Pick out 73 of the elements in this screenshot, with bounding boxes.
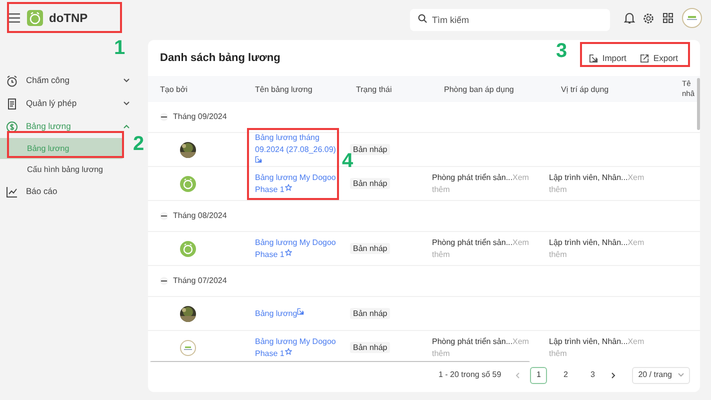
department-text: Phòng phát triển sản...Xem thêm [432, 336, 529, 358]
group-label: Tháng 08/2024 [173, 210, 227, 222]
minus-icon [161, 215, 167, 217]
next-icon[interactable] [611, 372, 616, 378]
search-field[interactable]: Tìm kiếm [410, 9, 610, 31]
position-text: Lập trình viên, Nhân...Xem thêm [549, 336, 644, 358]
submenu-item[interactable]: Cấu hình bảng lương [0, 159, 140, 180]
import-button[interactable]: Import [589, 52, 626, 64]
sidebar-item[interactable]: Quản lý phép [0, 92, 140, 115]
step-number: 3 [556, 40, 568, 62]
panel-title: Danh sách bảng lương [160, 50, 280, 66]
menu-icon[interactable] [8, 13, 20, 23]
chevron-icon [123, 124, 130, 129]
minus-icon [161, 116, 167, 118]
document-icon [6, 98, 18, 110]
payroll-link[interactable]: Bảng lương tháng 09.2024 (27.08_26.09) [255, 132, 338, 168]
status-tag: Bản nháp [350, 242, 390, 254]
app-name: doTNP [49, 10, 88, 27]
chevron-icon [123, 78, 130, 83]
page-button[interactable]: 3 [584, 366, 602, 384]
chart-icon [6, 186, 18, 198]
payroll-link[interactable]: Bảng lương My Dogoo Phase 1 [255, 172, 338, 196]
import-icon [589, 54, 598, 62]
export-icon [640, 54, 650, 62]
sidebar-item[interactable]: Chấm công [0, 69, 140, 92]
column-header: Tên bảng lương [255, 84, 312, 94]
bell-icon[interactable] [624, 12, 635, 24]
step-number: 2 [133, 133, 144, 155]
status-tag: Bản nháp [350, 342, 390, 352]
status-tag: Bản nháp [350, 178, 390, 188]
clock-logo-icon [27, 10, 43, 26]
settings-icon[interactable] [643, 12, 654, 24]
dollar-icon [6, 120, 18, 132]
star-icon [285, 248, 292, 256]
edit-icon[interactable] [297, 308, 304, 314]
collapse-toggle[interactable] [160, 277, 168, 285]
payroll-link[interactable]: Bảng lương My Dogoo Phase 1 [255, 336, 338, 360]
payroll-link[interactable]: Bảng lương [255, 308, 338, 320]
collapse-toggle[interactable] [160, 212, 168, 220]
edit-icon[interactable] [255, 156, 262, 162]
position-text: Lập trình viên, Nhân...Xem thêm [549, 238, 644, 258]
status-tag: Bản nháp [350, 308, 390, 318]
page-button[interactable]: 1 [530, 366, 548, 384]
grid-icon[interactable] [663, 13, 673, 23]
sidebar-item[interactable]: Báo cáo [0, 180, 140, 203]
step-number: 1 [114, 37, 126, 59]
search-icon [418, 14, 427, 23]
column-header: Trạng thái [356, 84, 392, 94]
column-header: Tạo bởi [160, 84, 188, 94]
logo-avatar [180, 340, 196, 356]
department-text: Phòng phát triển sản...Xem thêm [432, 238, 529, 258]
clock-icon [6, 74, 18, 86]
position-text: Lập trình viên, Nhân...Xem thêm [549, 172, 644, 194]
chevron-icon [123, 101, 130, 106]
group-label: Tháng 07/2024 [173, 275, 227, 287]
column-header: Phòng ban áp dụng [444, 84, 514, 94]
chevron-icon [678, 373, 684, 377]
minus-icon [161, 280, 167, 282]
column-header: Vị trí áp dụng [561, 84, 609, 94]
status-tag: Bản nháp [350, 144, 390, 154]
export-button[interactable]: Export [640, 52, 678, 64]
page-summary: 1 - 20 trong số 59 [438, 369, 502, 381]
clock-avatar [180, 176, 196, 192]
page-button[interactable]: 2 [557, 366, 574, 384]
page-size-select[interactable]: 20 / trang [632, 366, 690, 384]
collapse-toggle[interactable] [160, 113, 168, 121]
scrollbar[interactable] [697, 78, 700, 130]
clock-avatar [180, 240, 196, 256]
star-icon [285, 348, 292, 354]
department-text: Phòng phát triển sản...Xem thêm [432, 172, 529, 194]
group-label: Tháng 09/2024 [173, 111, 227, 123]
star-icon [285, 184, 292, 190]
payroll-link[interactable]: Bảng lương My Dogoo Phase 1 [255, 236, 338, 260]
